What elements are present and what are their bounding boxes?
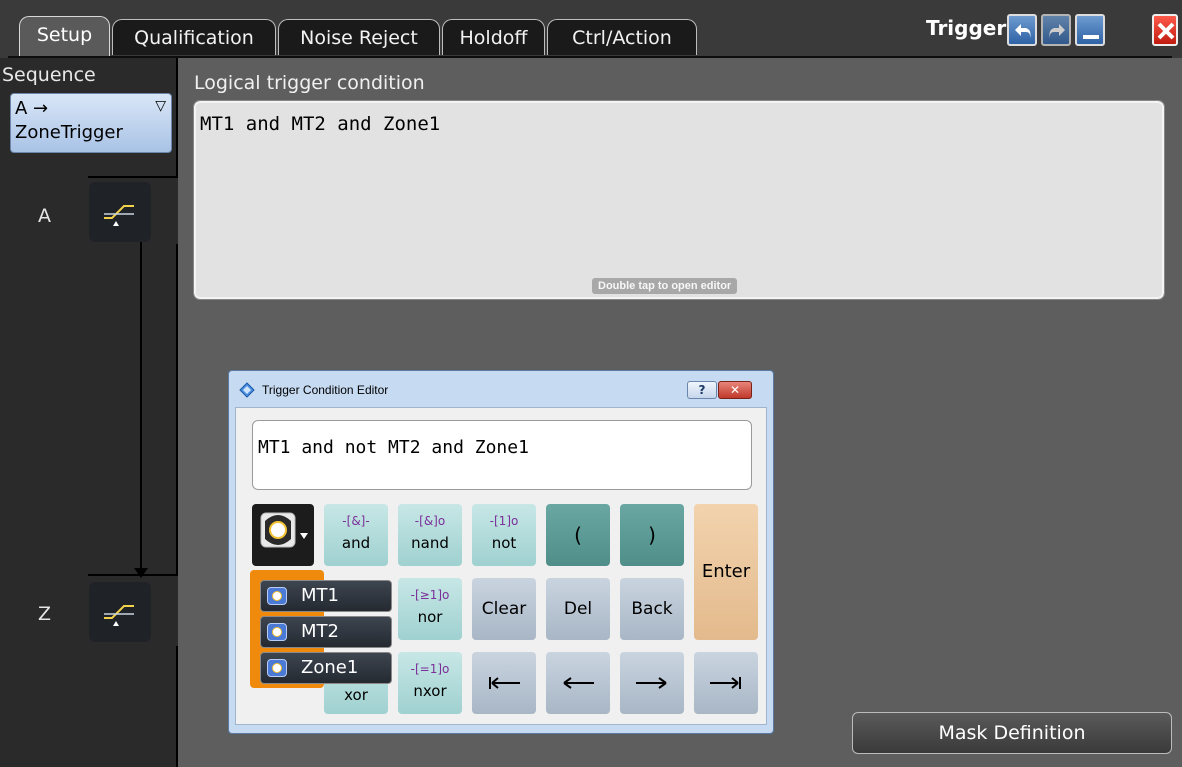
nxor-key[interactable]: -[=1]o nxor [398,652,462,714]
stage-a-frame [88,176,178,178]
tab-setup[interactable]: Setup [19,16,110,58]
dialog-title: Trigger Condition Editor [262,383,389,397]
not-gate-icon: -[1]o [489,514,519,528]
condition-label: Logical trigger condition [194,72,425,94]
condition-input[interactable]: MT1 and not MT2 and Zone1 [252,420,752,490]
sequence-panel [0,58,178,767]
mask-chip-icon [267,587,287,605]
source-mt1-label: MT1 [301,585,339,606]
minimize-button[interactable] [1075,14,1105,46]
enter-label: Enter [701,561,751,582]
source-mt2-label: MT2 [301,621,339,642]
source-mt2[interactable]: MT2 [260,616,392,648]
window-title: Trigger [926,16,1007,40]
left-key[interactable] [546,652,610,714]
mask-source-icon [260,512,308,548]
editor-hint: Double tap to open editor [592,278,738,294]
stage-z-label: Z [38,603,52,625]
app-icon [239,382,255,398]
sequence-arrow-icon [134,568,148,578]
close-icon [1157,22,1175,40]
move-end-icon [710,677,741,689]
back-key[interactable]: Back [620,578,684,640]
not-label: not [491,534,517,552]
not-key[interactable]: -[1]o not [472,504,536,566]
tab-holdoff[interactable]: Holdoff [442,19,545,55]
tab-qualification[interactable]: Qualification [112,19,276,55]
edge-trigger-icon [104,605,134,626]
edge-trigger-icon [104,205,134,226]
open-paren-key[interactable]: ( [546,504,610,566]
stage-a-label: A [38,205,51,227]
stage-z-frame [88,574,178,576]
arrow-left-icon [563,677,594,689]
and-label: and [341,534,371,552]
close-paren-key[interactable]: ) [620,504,684,566]
condition-field[interactable]: MT1 and MT2 and Zone1 [193,100,1165,300]
sequence-value-line2: ZoneTrigger [15,122,123,143]
tab-ctrl-action[interactable]: Ctrl/Action [547,19,697,55]
source-zone1-label: Zone1 [301,657,359,678]
xor-label: xor [344,686,368,704]
sequence-dropdown[interactable]: A → ZoneTrigger ▽ [10,93,172,153]
redo-button[interactable] [1041,14,1071,46]
clear-key[interactable]: Clear [472,578,536,640]
nand-key[interactable]: -[&]o nand [398,504,462,566]
end-key[interactable] [694,652,758,714]
right-key[interactable] [620,652,684,714]
open-paren-label: ( [574,523,582,547]
move-start-icon [489,677,520,689]
sequence-connector [140,240,142,576]
minimize-icon [1083,35,1099,39]
tab-noise-reject[interactable]: Noise Reject [278,19,440,55]
nand-label: nand [411,534,449,552]
nor-key[interactable]: -[≥1]o nor [398,578,462,640]
trigger-condition-editor: Trigger Condition Editor ? ✕ MT1 and not… [228,370,774,734]
back-label: Back [631,599,673,619]
redo-icon [1049,24,1065,38]
mask-chip-icon [267,623,287,641]
del-label: Del [563,599,593,619]
home-key[interactable] [472,652,536,714]
dialog-close-button[interactable]: ✕ [718,381,752,399]
sequence-label: Sequence [2,64,96,86]
nxor-gate-icon: -[=1]o [410,662,450,676]
nor-gate-icon: -[≥1]o [410,588,450,602]
close-button[interactable] [1152,14,1178,46]
stage-a-button[interactable] [89,182,151,242]
undo-button[interactable] [1007,14,1037,46]
source-zone1[interactable]: Zone1 [260,652,392,684]
nand-gate-icon: -[&]o [414,514,446,528]
del-key[interactable]: Del [546,578,610,640]
nor-label: nor [417,608,443,626]
close-paren-label: ) [648,523,656,547]
mask-definition-button[interactable]: Mask Definition [852,712,1172,754]
and-key[interactable]: -[&]- and [324,504,388,566]
enter-key[interactable]: Enter [694,504,758,640]
editor-body: MT1 and not MT2 and Zone1 -[&]- and -[&]… [235,407,767,725]
stage-z-button[interactable] [89,582,151,642]
clear-label: Clear [481,599,527,619]
close-icon: ✕ [729,383,741,397]
arrow-right-icon [636,677,667,689]
undo-icon [1015,24,1031,38]
sequence-value-line1: A → [15,98,49,119]
source-picker-button[interactable] [252,504,314,566]
and-gate-icon: -[&]- [342,514,370,528]
help-button[interactable]: ? [687,381,717,399]
source-mt1[interactable]: MT1 [260,580,392,612]
dropdown-arrow-icon: ▽ [155,98,166,114]
mask-chip-icon [267,659,287,677]
nxor-label: nxor [413,682,447,700]
